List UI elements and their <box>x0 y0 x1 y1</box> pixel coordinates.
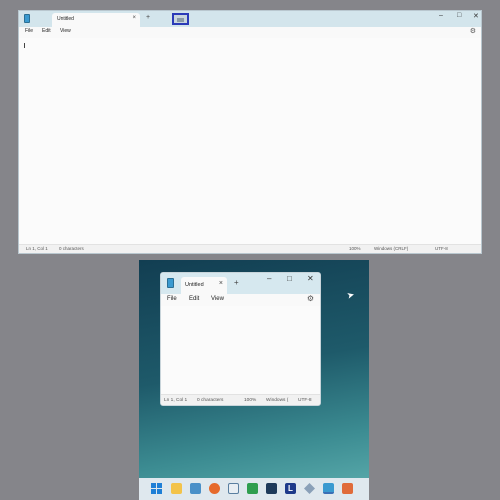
firefox-icon[interactable] <box>209 483 220 494</box>
status-encoding[interactable]: UTF-8 <box>435 246 448 251</box>
title-bar[interactable]: Untitled × + – □ ✕ <box>19 11 481 27</box>
menu-edit[interactable]: Edit <box>189 296 199 302</box>
tab-close-icon[interactable]: × <box>132 15 136 21</box>
notepad-window-top: Untitled × + – □ ✕ File Edit View ⚙ Ln 1… <box>18 10 482 254</box>
notepad-icon[interactable] <box>323 483 334 494</box>
menu-file[interactable]: File <box>25 28 33 34</box>
tab-label: Untitled <box>185 282 204 288</box>
close-button[interactable]: ✕ <box>307 274 314 283</box>
status-position: Ln 1, Col 1 <box>164 398 188 403</box>
status-position: Ln 1, Col 1 <box>26 246 48 251</box>
status-zoom[interactable]: 100% <box>244 398 256 403</box>
photos-icon[interactable] <box>190 483 201 494</box>
menu-bar: File Edit View ⚙ <box>161 294 320 306</box>
title-bar[interactable]: Untitled × + – □ ✕ <box>161 273 320 294</box>
status-line-ending[interactable]: Windows (CRLF) <box>374 246 408 251</box>
settings-app-icon[interactable] <box>304 483 315 494</box>
gear-icon[interactable]: ⚙ <box>470 27 476 35</box>
close-button[interactable]: ✕ <box>473 12 479 20</box>
taskbar: L <box>139 478 369 500</box>
notepad-app-icon <box>24 14 30 23</box>
status-bar: Ln 1, Col 1 0 characters 100% Windows ( … <box>161 394 320 405</box>
snipping-tool-icon[interactable] <box>342 483 353 494</box>
file-explorer-icon[interactable] <box>171 483 182 494</box>
text-editor[interactable] <box>161 306 320 394</box>
notepad-app-icon <box>167 278 174 288</box>
gear-icon[interactable]: ⚙ <box>307 294 314 303</box>
status-characters: 0 characters <box>197 398 224 403</box>
menu-file[interactable]: File <box>167 296 177 302</box>
status-line-ending[interactable]: Windows ( <box>266 398 288 403</box>
new-tab-button[interactable]: + <box>146 14 150 21</box>
tab-untitled[interactable]: Untitled × <box>181 277 227 294</box>
text-editor[interactable] <box>19 38 481 244</box>
tab-close-icon[interactable]: × <box>219 280 223 287</box>
spreadsheet-icon[interactable] <box>247 483 258 494</box>
desktop-background: Untitled × + – □ ✕ File Edit View ⚙ Ln 1… <box>139 260 369 500</box>
menu-view[interactable]: View <box>60 28 71 34</box>
new-tab-button[interactable]: + <box>234 278 239 287</box>
maximize-button[interactable]: □ <box>457 12 461 19</box>
text-caret <box>24 43 25 48</box>
l-app-icon[interactable]: L <box>285 483 296 494</box>
status-zoom[interactable]: 100% <box>349 246 361 251</box>
highlighted-thumbnail[interactable] <box>172 13 189 25</box>
windows-start-icon[interactable] <box>151 483 162 494</box>
thumbnail-icon <box>177 18 184 22</box>
status-characters: 0 characters <box>59 246 84 251</box>
tab-label: Untitled <box>57 16 74 22</box>
mouse-cursor: ➤ <box>345 289 356 301</box>
tab-untitled[interactable]: Untitled × <box>52 13 140 27</box>
maximize-button[interactable]: □ <box>287 274 292 283</box>
document-icon[interactable] <box>228 483 239 494</box>
menu-edit[interactable]: Edit <box>42 28 51 34</box>
status-bar: Ln 1, Col 1 0 characters 100% Windows (C… <box>19 244 481 253</box>
status-encoding[interactable]: UTF-8 <box>298 398 312 403</box>
minimize-button[interactable]: – <box>439 12 443 19</box>
terminal-icon[interactable] <box>266 483 277 494</box>
menu-bar: File Edit View ⚙ <box>19 27 481 38</box>
notepad-window-small: Untitled × + – □ ✕ File Edit View ⚙ Ln 1… <box>160 272 321 406</box>
minimize-button[interactable]: – <box>267 274 271 283</box>
menu-view[interactable]: View <box>211 296 224 302</box>
